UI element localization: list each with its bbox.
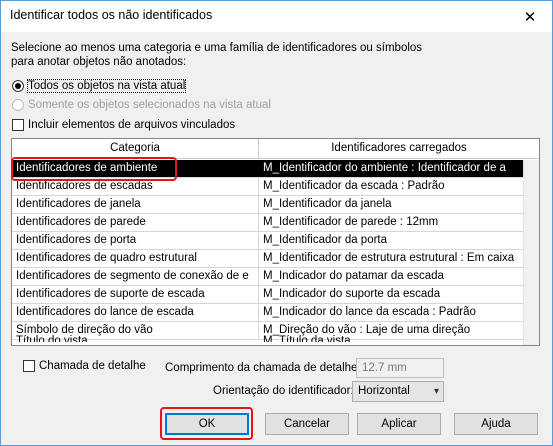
radio-all-objects-label: Todos os objetos na vista atual <box>26 79 187 93</box>
checkbox-linked-files[interactable]: Incluir elementos de arquivos vinculados <box>12 119 235 131</box>
tag-cell[interactable]: M_Identificador de parede : 12mm <box>259 214 523 231</box>
apply-button[interactable]: Aplicar <box>357 413 441 435</box>
callout-length-label: Comprimento da chamada de detalhe: <box>165 362 361 374</box>
table-row[interactable]: Identificadores de suporte de escada M_I… <box>12 286 539 304</box>
close-icon: ✕ <box>523 8 537 26</box>
column-header-category[interactable]: Categoria <box>12 139 259 159</box>
table-row[interactable]: Identificadores de segmento de conexão d… <box>12 268 539 286</box>
instruction-line-2: para anotar objetos não anotados: <box>11 56 187 68</box>
checkbox-linked-files-label: Incluir elementos de arquivos vinculados <box>28 119 236 131</box>
category-cell[interactable]: Identificadores de suporte de escada <box>12 286 259 303</box>
column-header-loaded-tags[interactable]: Identificadores carregados <box>259 139 539 159</box>
annotation-highlight-row <box>11 157 177 181</box>
table-scrollbar[interactable] <box>523 160 539 345</box>
checkbox-detail-callout-label: Chamada de detalhe <box>39 360 146 372</box>
table-row[interactable]: Identificadores do lance de escada M_Ind… <box>12 304 539 322</box>
category-cell[interactable]: Identificadores de porta <box>12 232 259 249</box>
radio-selected-objects: Somente os objetos selecionados na vista… <box>12 99 271 111</box>
help-button[interactable]: Ajuda <box>454 413 538 435</box>
orientation-value: Horizontal <box>358 385 410 397</box>
tag-cell[interactable]: M_Indicador do suporte da escada <box>259 286 523 303</box>
close-button[interactable]: ✕ <box>508 1 552 32</box>
category-cell[interactable]: Identificadores de segmento de conexão d… <box>12 268 259 285</box>
tag-cell[interactable]: M_Identificador da janela <box>259 196 523 213</box>
orientation-label: Orientação do identificador: <box>213 385 354 397</box>
orientation-select[interactable]: Horizontal ▾ <box>352 381 444 402</box>
apply-button-label: Aplicar <box>381 418 417 430</box>
checkbox-box[interactable] <box>12 119 24 131</box>
cancel-button-label: Cancelar <box>283 418 331 430</box>
table-body: Identificadores de ambiente M_Identifica… <box>12 160 539 340</box>
chevron-down-icon: ▾ <box>433 386 439 397</box>
tag-cell[interactable]: M_Indicador do patamar da escada <box>259 268 523 285</box>
annotation-highlight-ok <box>160 407 253 440</box>
instruction-line-1: Selecione ao menos uma categoria e uma f… <box>11 42 423 54</box>
category-cell[interactable]: Identificadores do lance de escada <box>12 304 259 321</box>
tag-cell[interactable]: M_Identificador da escada : Padrão <box>259 178 523 195</box>
dialog-title: Identificar todos os não identificados <box>10 8 213 22</box>
table-row[interactable]: Identificadores de porta M_Identificador… <box>12 232 539 250</box>
callout-length-field[interactable]: 12.7 mm <box>356 358 444 378</box>
checkbox-detail-callout[interactable]: Chamada de detalhe <box>23 360 146 372</box>
table-row[interactable]: Identificadores de janela M_Identificado… <box>12 196 539 214</box>
category-cell[interactable]: Identificadores de parede <box>12 214 259 231</box>
help-button-label: Ajuda <box>481 418 511 430</box>
partial-row-tag[interactable]: M_Título da vista <box>263 333 351 342</box>
table-row[interactable]: Identificadores de parede M_Identificado… <box>12 214 539 232</box>
dialog-window: Identificar todos os não identificados ✕… <box>0 0 553 446</box>
category-cell[interactable]: Identificadores de janela <box>12 196 259 213</box>
radio-button-checked[interactable] <box>12 80 24 92</box>
tag-cell[interactable]: M_Indicador do lance da escada : Padrão <box>259 304 523 321</box>
table-header: Categoria Identificadores carregados <box>12 139 539 159</box>
radio-button-disabled <box>12 99 24 111</box>
table-row[interactable]: Identificadores de quadro estrutural M_I… <box>12 250 539 268</box>
tag-cell[interactable]: M_Identificador da porta <box>259 232 523 249</box>
radio-selected-objects-label: Somente os objetos selecionados na vista… <box>28 99 271 111</box>
tag-cell[interactable]: M_Identificador do ambiente : Identifica… <box>259 160 523 177</box>
title-bar[interactable]: Identificar todos os não identificados ✕ <box>1 1 552 32</box>
checkbox-box[interactable] <box>23 360 35 372</box>
partial-row-category[interactable]: Título do vista <box>16 333 88 342</box>
radio-all-objects[interactable]: Todos os objetos na vista atual <box>12 79 187 93</box>
cancel-button[interactable]: Cancelar <box>265 413 349 435</box>
category-cell[interactable]: Identificadores de quadro estrutural <box>12 250 259 267</box>
tag-cell[interactable]: M_Identificador de estrutura estrutural … <box>259 250 523 267</box>
